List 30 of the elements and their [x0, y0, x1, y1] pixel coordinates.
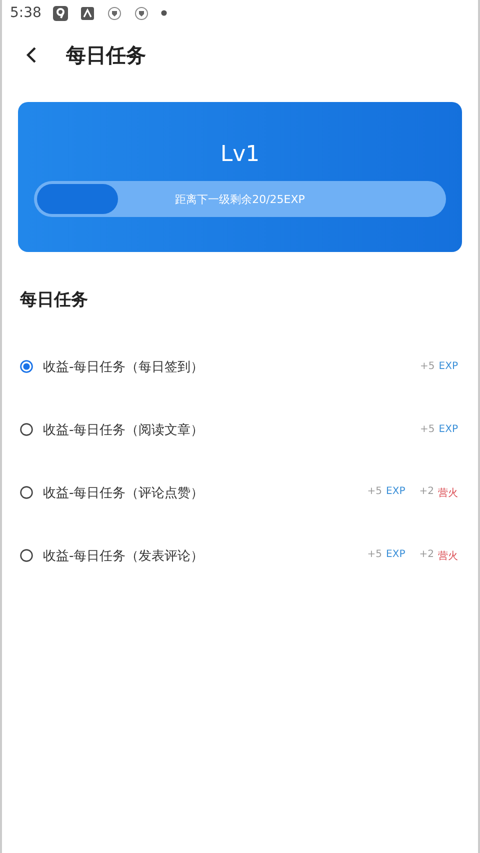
shield-icon [134, 6, 150, 20]
task-label: 收益-每日任务（评论点赞） [43, 484, 205, 502]
task-label: 收益-每日任务（发表评论） [43, 548, 205, 564]
radio-button[interactable] [20, 549, 33, 562]
reward-unit: 营火 [438, 486, 458, 500]
notification-icon [53, 6, 68, 20]
reward-amount: +2 [419, 486, 434, 498]
shield-icon [107, 6, 122, 20]
reward-unit: EXP [438, 361, 458, 372]
reward-amount: +5 [420, 361, 435, 372]
reward-unit: EXP [386, 486, 406, 498]
section-title: 每日任务 [20, 289, 89, 311]
progress-caption: 距离下一级剩余20/25EXP [175, 192, 305, 206]
reward-unit: EXP [386, 548, 406, 562]
reward-amount: +2 [419, 548, 434, 562]
task-label: 收益-每日任务（每日签到） [43, 358, 205, 376]
reward-amount: +5 [367, 486, 382, 498]
radio-button[interactable] [20, 423, 33, 436]
dot-icon [161, 10, 168, 16]
reward-unit: 营火 [438, 550, 458, 562]
radio-button[interactable] [20, 486, 33, 499]
reward-amount: +5 [420, 424, 435, 435]
page-title: 每日任务 [66, 42, 146, 68]
task-label: 收益-每日任务（阅读文章） [43, 422, 205, 438]
reward-unit: EXP [438, 424, 458, 435]
radio-button[interactable] [20, 360, 33, 373]
status-time: 5:38 [10, 5, 42, 21]
notification-icon [80, 6, 96, 20]
reward-amount: +5 [367, 548, 382, 562]
level-label: Lv1 [220, 142, 260, 167]
